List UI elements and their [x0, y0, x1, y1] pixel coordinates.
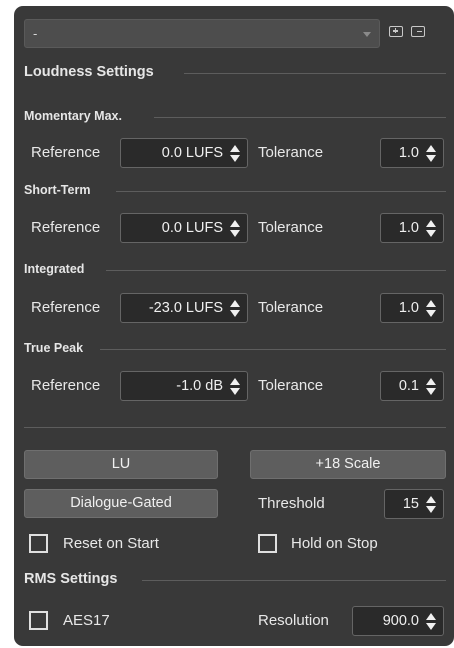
- threshold-label: Threshold: [258, 495, 325, 512]
- reset-on-start-checkbox[interactable]: [29, 534, 48, 553]
- remove-preset-icon[interactable]: [411, 26, 425, 37]
- preset-value: -: [33, 26, 38, 41]
- short-term-tolerance-field[interactable]: 1.0: [380, 213, 444, 243]
- reference-label: Reference: [31, 377, 101, 394]
- true-peak-tolerance-field[interactable]: 0.1: [380, 371, 444, 401]
- divider: [24, 427, 446, 428]
- resolution-field[interactable]: 900.0: [352, 606, 444, 636]
- divider: [106, 270, 446, 271]
- hold-on-stop-checkbox[interactable]: [258, 534, 277, 553]
- spinner-icon[interactable]: [230, 145, 240, 162]
- true-peak-title: True Peak: [24, 341, 84, 355]
- divider: [184, 73, 446, 74]
- spinner-icon[interactable]: [230, 220, 240, 237]
- reference-label: Reference: [31, 219, 101, 236]
- spinner-icon[interactable]: [230, 378, 240, 395]
- loudness-settings-title: Loudness Settings: [24, 64, 154, 80]
- reset-on-start-label: Reset on Start: [63, 535, 159, 552]
- resolution-label: Resolution: [258, 612, 329, 629]
- dialogue-gated-button[interactable]: Dialogue-Gated: [24, 489, 218, 518]
- loudness-panel: - Loudness Settings Momentary Max. Refer…: [14, 6, 454, 646]
- reference-label: Reference: [31, 299, 101, 316]
- momentary-tolerance-field[interactable]: 1.0: [380, 138, 444, 168]
- tolerance-label: Tolerance: [258, 144, 324, 161]
- divider: [142, 580, 446, 581]
- spinner-icon[interactable]: [426, 378, 436, 395]
- spinner-icon[interactable]: [426, 220, 436, 237]
- tolerance-label: Tolerance: [258, 219, 324, 236]
- tolerance-label: Tolerance: [258, 377, 324, 394]
- spinner-icon[interactable]: [426, 613, 436, 630]
- divider: [100, 349, 446, 350]
- hold-on-stop-label: Hold on Stop: [291, 535, 378, 552]
- momentary-reference-field[interactable]: 0.0 LUFS: [120, 138, 248, 168]
- integrated-reference-field[interactable]: -23.0 LUFS: [120, 293, 248, 323]
- divider: [116, 191, 446, 192]
- integrated-tolerance-field[interactable]: 1.0: [380, 293, 444, 323]
- aes17-label: AES17: [63, 612, 110, 629]
- spinner-icon[interactable]: [426, 145, 436, 162]
- divider: [154, 117, 446, 118]
- integrated-title: Integrated: [24, 262, 85, 276]
- tolerance-label: Tolerance: [258, 299, 324, 316]
- reference-label: Reference: [31, 144, 101, 161]
- lu-button[interactable]: LU: [24, 450, 218, 479]
- short-term-title: Short-Term: [24, 183, 91, 197]
- preset-dropdown[interactable]: -: [24, 19, 380, 48]
- spinner-icon[interactable]: [230, 300, 240, 317]
- threshold-field[interactable]: 15: [384, 489, 444, 519]
- aes17-checkbox[interactable]: [29, 611, 48, 630]
- scale-button[interactable]: +18 Scale: [250, 450, 446, 479]
- rms-settings-title: RMS Settings: [24, 571, 118, 587]
- short-term-reference-field[interactable]: 0.0 LUFS: [120, 213, 248, 243]
- chevron-down-icon: [363, 32, 371, 37]
- momentary-max-title: Momentary Max.: [24, 109, 122, 123]
- save-preset-icon[interactable]: [389, 26, 403, 37]
- spinner-icon[interactable]: [426, 300, 436, 317]
- spinner-icon[interactable]: [426, 496, 436, 513]
- true-peak-reference-field[interactable]: -1.0 dB: [120, 371, 248, 401]
